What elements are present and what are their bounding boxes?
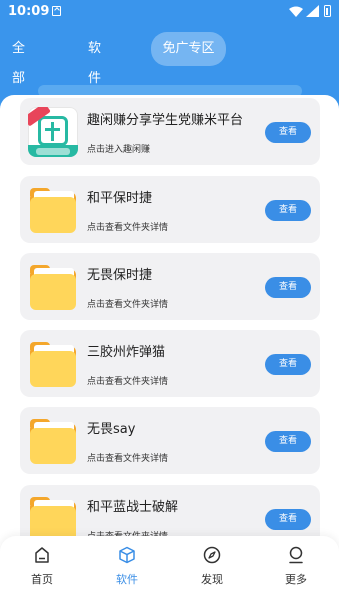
nav-software[interactable]: 软件 [97, 546, 157, 596]
item-subtitle: 点击查看文件夹详情 [87, 377, 169, 387]
view-button[interactable]: 查看 [265, 200, 311, 221]
tab-software-library[interactable]: 软件库端 [84, 34, 105, 146]
view-button[interactable]: 查看 [265, 509, 311, 530]
nav-label: 软件 [116, 573, 138, 586]
item-subtitle: 点击进入趣闲赚 [87, 145, 151, 155]
nav-label: 首页 [31, 573, 53, 586]
item-title: 无畏保时捷 [87, 268, 153, 283]
view-button[interactable]: 查看 [265, 354, 311, 375]
nav-home[interactable]: 首页 [12, 546, 72, 596]
view-button[interactable]: 查看 [265, 122, 311, 143]
box-icon [119, 546, 135, 564]
item-title: 三胶州炸弹猫 [87, 345, 166, 360]
item-subtitle: 点击查看文件夹详情 [87, 223, 169, 233]
nav-label: 更多 [285, 573, 307, 586]
item-title: 和平蓝战士破解 [87, 500, 179, 515]
battery-icon [324, 5, 331, 17]
nav-discover[interactable]: 发现 [182, 546, 242, 596]
list-item[interactable]: 无畏保时捷 点击查看文件夹详情 查看 [20, 253, 320, 320]
view-button[interactable]: 查看 [265, 277, 311, 298]
item-title: 和平保时捷 [87, 191, 153, 206]
folder-icon [28, 339, 78, 389]
status-bar: 10:09 [0, 0, 339, 24]
content-panel: 趣闲赚分享学生党赚米平台 点击进入趣闲赚 查看 和平保时捷 点击查看文件夹详情 … [0, 95, 339, 555]
status-time: 10:09 [8, 4, 50, 19]
nav-more[interactable]: 更多 [266, 546, 326, 596]
item-subtitle: 点击查看文件夹详情 [87, 300, 169, 310]
item-title: 趣闲赚分享学生党赚米平台 [87, 113, 244, 128]
home-icon [35, 547, 49, 563]
view-button[interactable]: 查看 [265, 431, 311, 452]
nav-label: 发现 [201, 573, 223, 586]
compass-icon [203, 546, 221, 564]
item-title: 无畏say [87, 422, 136, 437]
folder-icon [28, 185, 78, 235]
tab-ad-free[interactable]: 免广专区 [151, 32, 226, 66]
list-item[interactable]: 和平保时捷 点击查看文件夹详情 查看 [20, 176, 320, 243]
user-icon [289, 546, 303, 564]
tab-all-resources[interactable]: 全部资源 [8, 34, 29, 146]
app-icon [28, 107, 78, 157]
folder-icon [28, 416, 78, 466]
signal-icon [306, 5, 319, 17]
bottom-nav: 首页 软件 发现 更多 [0, 536, 339, 602]
list-item[interactable]: 趣闲赚分享学生党赚米平台 点击进入趣闲赚 查看 [20, 98, 320, 165]
folder-icon [28, 262, 78, 312]
notification-icon [52, 6, 61, 16]
list-item[interactable]: 无畏say 点击查看文件夹详情 查看 [20, 407, 320, 474]
list-item[interactable]: 三胶州炸弹猫 点击查看文件夹详情 查看 [20, 330, 320, 397]
wifi-icon [289, 6, 303, 17]
item-subtitle: 点击查看文件夹详情 [87, 454, 169, 464]
